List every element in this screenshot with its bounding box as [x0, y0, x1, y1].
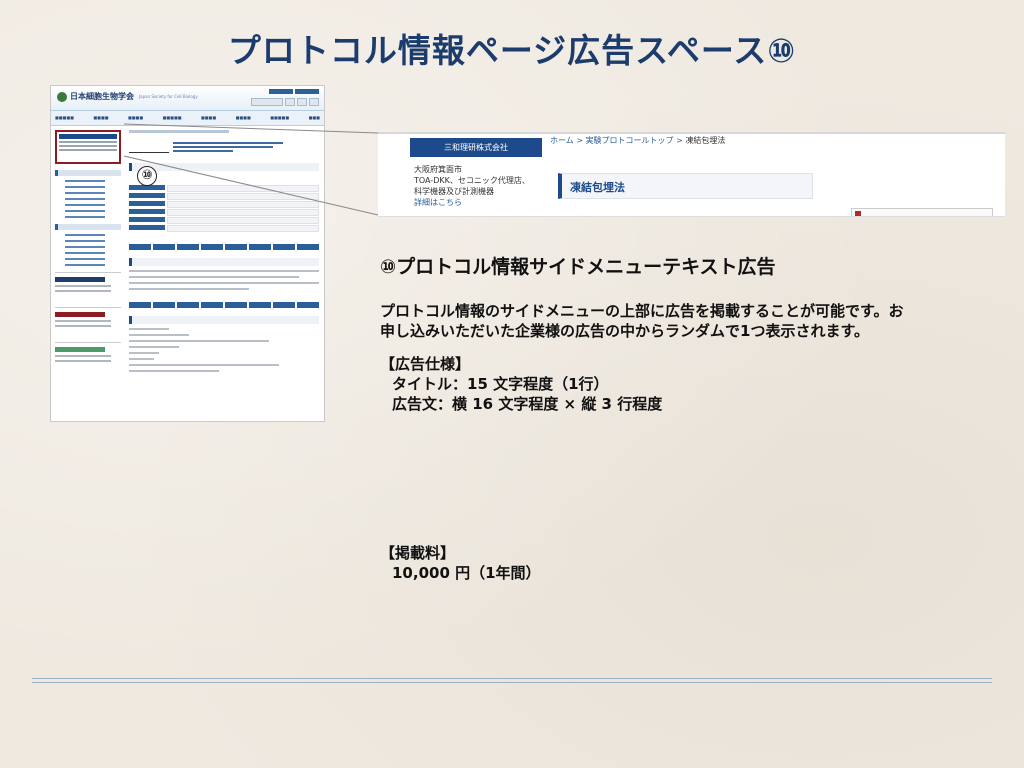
ad-line-3: 科学機器及び計測機器 [414, 187, 494, 196]
main-content [129, 130, 319, 376]
section-header [129, 163, 319, 171]
breadcrumb-sep: > [676, 136, 683, 145]
header-search [251, 98, 319, 106]
side-banner-1 [55, 272, 121, 301]
section-title-box: 凍結包埋法 [558, 173, 813, 199]
ad-line-2: TOA-DKK、セコニック代理店、 [414, 176, 530, 185]
breadcrumb-home[interactable]: ホーム [550, 136, 574, 145]
footer-rule [32, 678, 992, 679]
footer-rule [32, 682, 992, 683]
spec-body: 広告文：横 16 文字程度 × 縦 3 行程度 [392, 395, 663, 413]
side-banner-2 [55, 307, 121, 336]
website-screenshot: 日本細胞生物学会 Japan Society for Cell Biology … [50, 85, 325, 422]
site-name-en: Japan Society for Cell Biology [139, 94, 198, 99]
spec-heading: 【広告仕様】 [380, 355, 471, 373]
fee-heading: 【掲載料】 [380, 544, 456, 562]
zoomed-ad-detail: ホーム > 実験プロトコールトップ > 凍結包埋法 三和理研株式会社 大阪府箕面… [378, 132, 1005, 217]
ad-fee: 【掲載料】 10,000 円（1年間） [380, 543, 541, 583]
breadcrumb-protocol-top[interactable]: 実験プロトコールトップ [586, 136, 674, 145]
detail-link[interactable]: 詳細はこちら [414, 197, 530, 208]
breadcrumb: ホーム > 実験プロトコールトップ > 凍結包埋法 [550, 135, 725, 146]
site-header: 日本細胞生物学会 Japan Society for Cell Biology [51, 86, 324, 111]
spec-title: タイトル：15 文字程度（1行） [392, 375, 609, 393]
pdf-icon [855, 211, 861, 216]
section-title: 凍結包埋法 [570, 181, 625, 194]
company-ad-button[interactable]: 三和理研株式会社 [410, 138, 542, 157]
site-name: 日本細胞生物学会 [70, 92, 134, 101]
ad-heading: ⑩プロトコル情報サイドメニューテキスト広告 [380, 256, 776, 278]
ad-description: プロトコル情報のサイドメニューの上部に広告を掲載することが可能です。お 申し込み… [380, 301, 980, 341]
pdf-download-button[interactable] [851, 208, 993, 216]
side-menu [55, 130, 121, 371]
company-ad-text: 大阪府箕面市 TOA-DKK、セコニック代理店、 科学機器及び計測機器 詳細はこ… [414, 164, 530, 208]
side-banner-3 [55, 342, 121, 371]
ad-number-marker: ⑩ [137, 166, 157, 186]
society-logo-icon [57, 92, 67, 102]
breadcrumb-current: 凍結包埋法 [685, 136, 726, 145]
ad-description-line-2: 申し込みいただいた企業様の広告の中からランダムで1つ表示されます。 [380, 322, 869, 340]
site-body: ⑩ [51, 126, 324, 421]
header-buttons [269, 89, 319, 94]
ad-line-1: 大阪府箕面市 [414, 165, 462, 174]
slide-title: プロトコル情報ページ広告スペース⑩ [227, 31, 797, 70]
ad-description-line-1: プロトコル情報のサイドメニューの上部に広告を掲載することが可能です。お [380, 302, 904, 320]
ad-logo [129, 140, 169, 153]
side-menu-ad-highlight [55, 130, 121, 164]
ad-spec: 【広告仕様】 タイトル：15 文字程度（1行） 広告文：横 16 文字程度 × … [380, 354, 662, 414]
info-table [129, 185, 319, 232]
fee-value: 10,000 円（1年間） [392, 564, 541, 582]
site-nav: ■■■■■ ■■■■ ■■■■ ■■■■■ ■■■■ ■■■■ ■■■■■ ■■■ [51, 111, 324, 126]
breadcrumb-sep: > [576, 136, 584, 145]
